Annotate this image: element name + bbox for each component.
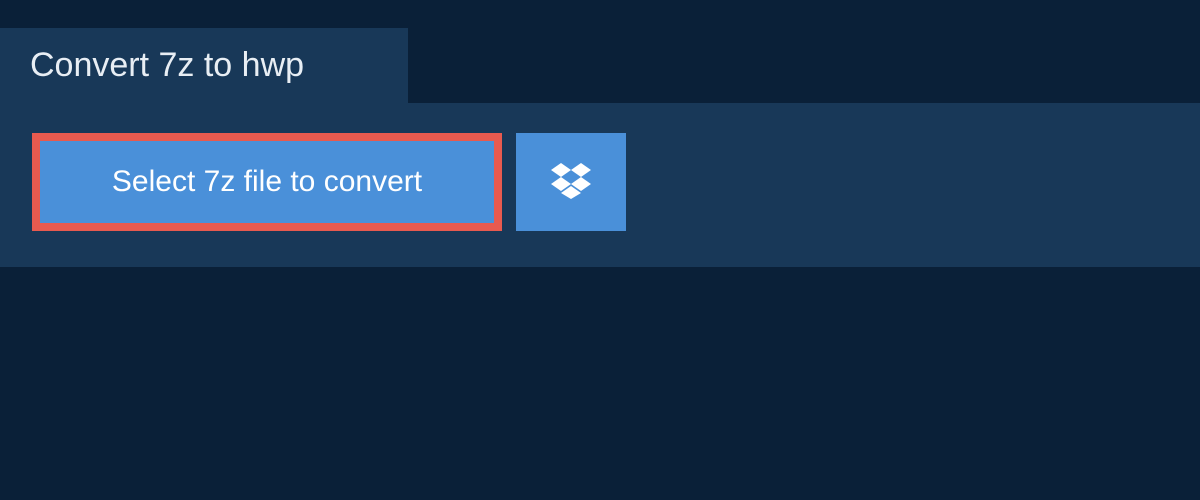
action-row: Select 7z file to convert xyxy=(32,133,1168,231)
converter-panel: Select 7z file to convert xyxy=(0,103,1200,267)
select-file-button[interactable]: Select 7z file to convert xyxy=(32,133,502,231)
page-title: Convert 7z to hwp xyxy=(30,46,304,84)
select-file-label: Select 7z file to convert xyxy=(112,165,422,199)
dropbox-icon xyxy=(551,163,591,202)
dropbox-button[interactable] xyxy=(516,133,626,231)
page-title-tab: Convert 7z to hwp xyxy=(0,28,408,103)
